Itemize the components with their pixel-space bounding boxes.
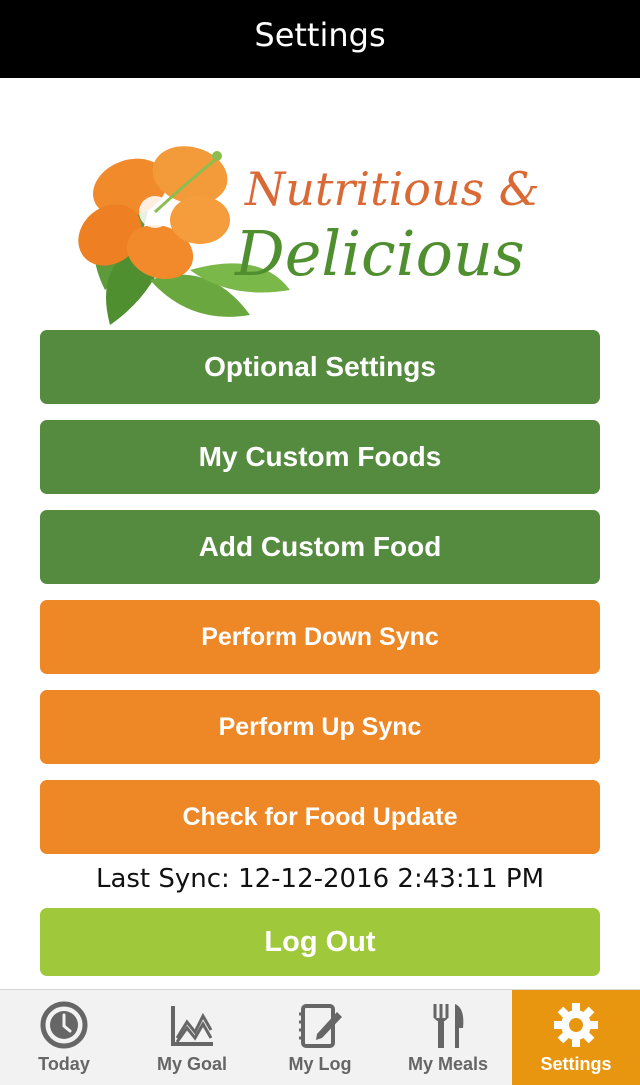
tab-my-meals[interactable]: My Meals bbox=[384, 990, 512, 1085]
tab-settings[interactable]: Settings bbox=[512, 990, 640, 1085]
last-sync-status: Last Sync: 12-12-2016 2:43:11 PM bbox=[95, 864, 545, 894]
notepad-icon bbox=[299, 1004, 342, 1048]
tab-my-log-label: My Log bbox=[288, 1054, 352, 1074]
add-custom-food-button[interactable]: Add Custom Food bbox=[40, 510, 600, 584]
tab-my-meals-label: My Meals bbox=[407, 1054, 489, 1074]
gear-icon bbox=[554, 1003, 598, 1047]
chart-icon bbox=[171, 1006, 213, 1046]
optional-settings-button[interactable]: Optional Settings bbox=[40, 330, 600, 404]
tab-my-goal[interactable]: My Goal bbox=[128, 990, 256, 1085]
my-custom-foods-button[interactable]: My Custom Foods bbox=[40, 420, 600, 494]
perform-down-sync-button[interactable]: Perform Down Sync bbox=[40, 600, 600, 674]
page-title: Settings bbox=[254, 16, 386, 54]
perform-up-sync-button[interactable]: Perform Up Sync bbox=[40, 690, 600, 764]
tab-today-label: Today bbox=[38, 1054, 90, 1074]
svg-text:Delicious: Delicious bbox=[234, 217, 525, 290]
check-food-update-button[interactable]: Check for Food Update bbox=[40, 780, 600, 854]
log-out-button[interactable]: Log Out bbox=[40, 908, 600, 976]
hibiscus-logo-image: Nutritious & Delicious bbox=[78, 146, 540, 325]
tab-bar: Today My Goal My Log My Meals Settings bbox=[0, 989, 640, 1085]
tab-settings-label: Settings bbox=[540, 1054, 612, 1074]
clock-icon bbox=[40, 1001, 88, 1049]
fork-knife-icon bbox=[433, 1004, 464, 1048]
navigation-bar: Settings bbox=[0, 0, 640, 78]
tab-my-goal-label: My Goal bbox=[156, 1054, 227, 1074]
svg-text:Nutritious &: Nutritious & bbox=[244, 162, 540, 216]
tab-my-log[interactable]: My Log bbox=[256, 990, 384, 1085]
tab-today[interactable]: Today bbox=[0, 990, 128, 1085]
app-logo: Nutritious & Delicious bbox=[50, 140, 595, 330]
